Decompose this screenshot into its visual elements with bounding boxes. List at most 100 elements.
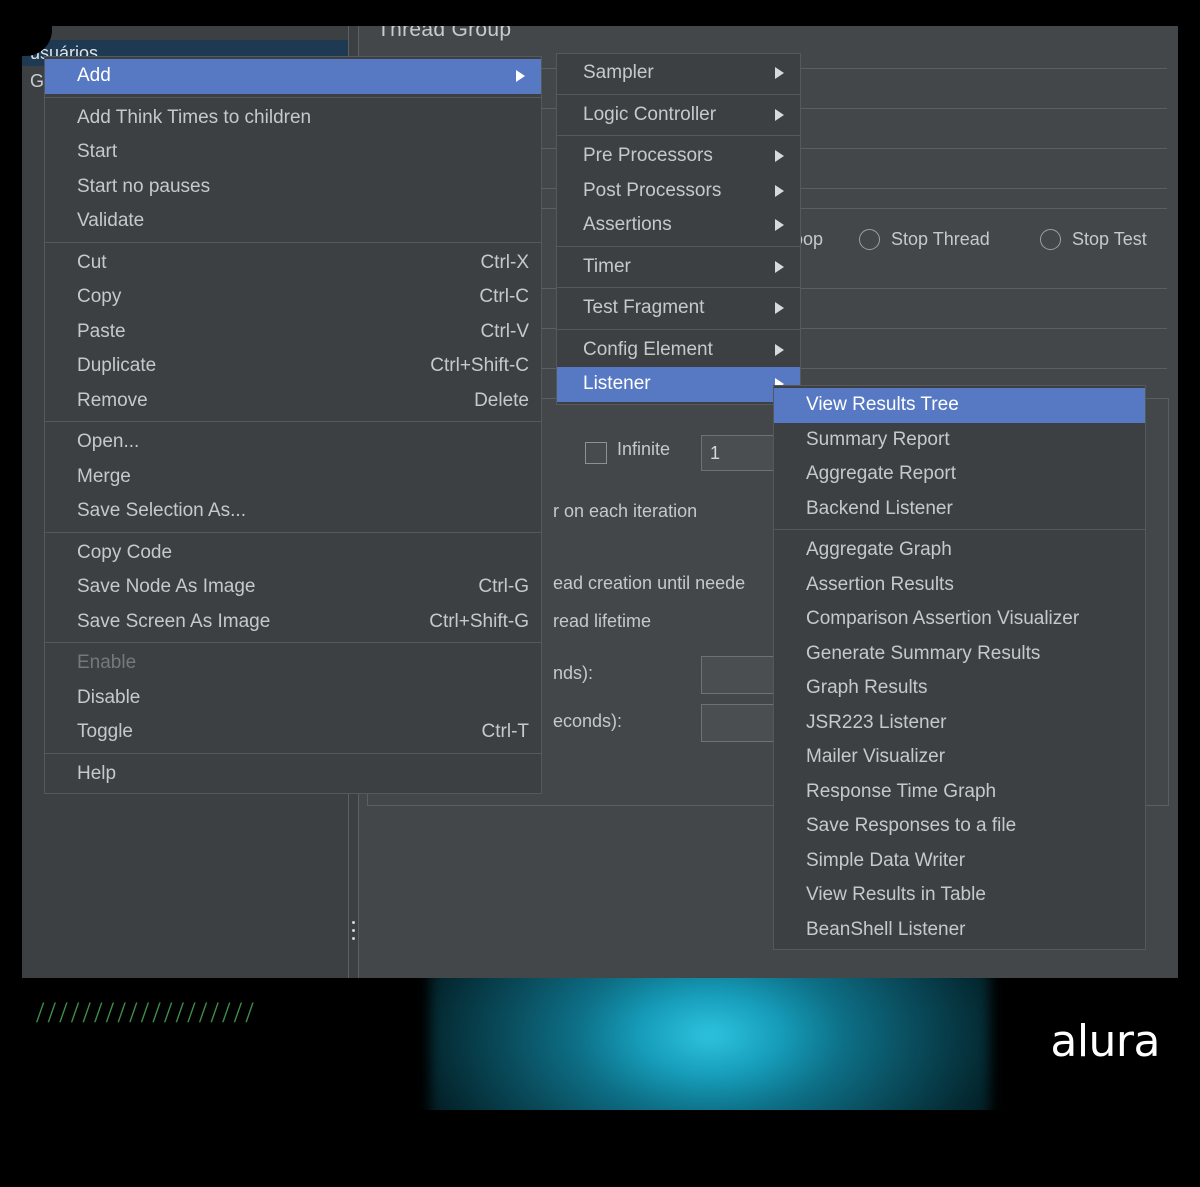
- menu-item-remove[interactable]: Remove Delete: [45, 384, 541, 419]
- menu-separator: [557, 93, 800, 95]
- menu-item-cut[interactable]: Cut Ctrl-X: [45, 246, 541, 281]
- menu-item-label: Save Node As Image: [77, 576, 256, 597]
- menu-separator: [45, 96, 541, 98]
- menu-item-assertion-results[interactable]: Assertion Results: [774, 568, 1145, 603]
- menu-item-label: Config Element: [583, 338, 713, 360]
- menu-separator: [45, 241, 541, 243]
- menu-item-label: Save Selection As...: [77, 500, 246, 521]
- menu-item-label: Duplicate: [77, 355, 157, 376]
- menu-item-label: View Results in Table: [806, 884, 986, 905]
- panel-title: Thread Group: [377, 26, 512, 41]
- menu-item-backend-listener[interactable]: Backend Listener: [774, 492, 1145, 527]
- menu-item-comparison-assertion-visualizer[interactable]: Comparison Assertion Visualizer: [774, 602, 1145, 637]
- node-context-menu[interactable]: Add Add Think Times to children Start Start…: [44, 56, 542, 794]
- menu-item-add[interactable]: Add: [45, 59, 541, 94]
- menu-item-mailer-visualizer[interactable]: Mailer Visualizer: [774, 740, 1145, 775]
- menu-item-duplicate[interactable]: Duplicate Ctrl+Shift-C: [45, 349, 541, 384]
- menu-item-label: Sampler: [583, 62, 654, 83]
- menu-item-label: Copy: [77, 286, 122, 307]
- menu-item-save-screen-as-image[interactable]: Save Screen As Image Ctrl+Shift-G: [45, 605, 541, 640]
- chevron-right-icon: [775, 219, 784, 232]
- menu-item-label: Save Responses to a file: [806, 815, 1017, 836]
- menu-item-label: Add: [77, 65, 111, 86]
- listener-submenu[interactable]: View Results Tree Summary Report Aggregate…: [773, 385, 1146, 950]
- menu-item-label: Test Fragment: [583, 297, 705, 318]
- menu-item-add-think-times-to-children[interactable]: Add Think Times to children: [45, 101, 541, 136]
- menu-item-merge[interactable]: Merge: [45, 460, 541, 495]
- menu-item-graph-results[interactable]: Graph Results: [774, 671, 1145, 706]
- menu-item-accelerator: Ctrl+Shift-C: [430, 355, 529, 376]
- radio-stop-test[interactable]: [1040, 229, 1061, 250]
- menu-item-start[interactable]: Start: [45, 135, 541, 170]
- menu-item-beanshell-listener[interactable]: BeanShell Listener: [774, 913, 1145, 948]
- menu-item-label: Enable: [77, 652, 137, 673]
- menu-item-disable[interactable]: Disable: [45, 681, 541, 716]
- menu-item-save-selection-as[interactable]: Save Selection As...: [45, 494, 541, 529]
- menu-item-config-element[interactable]: Config Element: [557, 333, 800, 368]
- menu-item-post-processors[interactable]: Post Processors: [557, 174, 800, 209]
- menu-item-response-time-graph[interactable]: Response Time Graph: [774, 775, 1145, 810]
- menu-item-label: Copy Code: [77, 541, 173, 563]
- menu-item-test-fragment[interactable]: Test Fragment: [557, 291, 800, 326]
- menu-item-label: Start: [77, 141, 118, 162]
- menu-item-copy[interactable]: Copy Ctrl-C: [45, 280, 541, 315]
- menu-item-jsr223-listener[interactable]: JSR223 Listener: [774, 706, 1145, 741]
- menu-item-paste[interactable]: Paste Ctrl-V: [45, 315, 541, 350]
- chevron-right-icon: [775, 302, 784, 315]
- menu-item-logic-controller[interactable]: Logic Controller: [557, 98, 800, 133]
- menu-item-pre-processors[interactable]: Pre Processors: [557, 139, 800, 174]
- menu-item-label: Pre Processors: [583, 145, 713, 166]
- menu-item-start-no-pauses[interactable]: Start no pauses: [45, 170, 541, 205]
- menu-item-label: Logic Controller: [583, 103, 717, 125]
- menu-separator: [557, 287, 800, 288]
- menu-item-enable: Enable: [45, 646, 541, 681]
- menu-separator: [45, 642, 541, 643]
- menu-item-validate[interactable]: Validate: [45, 204, 541, 239]
- menu-item-view-results-tree[interactable]: View Results Tree: [774, 388, 1145, 423]
- menu-item-listener[interactable]: Listener: [557, 367, 800, 402]
- menu-item-aggregate-graph[interactable]: Aggregate Graph: [774, 533, 1145, 568]
- menu-item-sampler[interactable]: Sampler: [557, 56, 800, 91]
- menu-item-label: Comparison Assertion Visualizer: [806, 608, 1080, 629]
- menu-item-view-results-in-table[interactable]: View Results in Table: [774, 878, 1145, 913]
- menu-item-copy-code[interactable]: Copy Code: [45, 536, 541, 571]
- menu-item-label: Post Processors: [583, 179, 722, 201]
- chevron-right-icon: [775, 108, 784, 121]
- menu-separator: [45, 752, 541, 754]
- menu-item-summary-report[interactable]: Summary Report: [774, 423, 1145, 458]
- menu-item-label: Paste: [77, 320, 126, 342]
- menu-item-accelerator: Ctrl-T: [481, 721, 529, 742]
- menu-item-accelerator: Ctrl+Shift-G: [429, 610, 529, 632]
- menu-item-help[interactable]: Help: [45, 757, 541, 792]
- menu-item-label: Remove: [77, 389, 148, 411]
- menu-item-label: Aggregate Report: [806, 463, 956, 484]
- menu-item-accelerator: Delete: [474, 389, 529, 411]
- menu-item-label: Assertion Results: [806, 573, 954, 595]
- menu-item-simple-data-writer[interactable]: Simple Data Writer: [774, 844, 1145, 879]
- menu-item-label: Timer: [583, 255, 631, 277]
- menu-item-timer[interactable]: Timer: [557, 250, 800, 285]
- menu-item-label: Response Time Graph: [806, 780, 997, 802]
- chevron-right-icon: [775, 260, 784, 273]
- menu-item-assertions[interactable]: Assertions: [557, 208, 800, 243]
- menu-separator: [45, 531, 541, 533]
- menu-item-label: View Results Tree: [806, 394, 959, 415]
- menu-item-label: Add Think Times to children: [77, 106, 312, 128]
- menu-item-toggle[interactable]: Toggle Ctrl-T: [45, 715, 541, 750]
- menu-item-accelerator: Ctrl-V: [480, 320, 529, 342]
- menu-item-save-responses-to-a-file[interactable]: Save Responses to a file: [774, 809, 1145, 844]
- menu-item-open[interactable]: Open...: [45, 425, 541, 460]
- menu-item-save-node-as-image[interactable]: Save Node As Image Ctrl-G: [45, 570, 541, 605]
- menu-item-label: Disable: [77, 686, 141, 708]
- slash-decoration: ///////////////////: [36, 996, 258, 1029]
- chevron-right-icon: [516, 70, 525, 83]
- menu-separator: [557, 328, 800, 330]
- menu-item-generate-summary-results[interactable]: Generate Summary Results: [774, 637, 1145, 672]
- jmeter-window: usuários GE Thread Group oop Stop Thread…: [22, 26, 1178, 978]
- splitter-grip-icon[interactable]: [352, 921, 355, 945]
- menu-item-accelerator: Ctrl-X: [480, 251, 529, 273]
- menu-item-label: Toggle: [77, 721, 133, 742]
- radio-stop-thread[interactable]: [859, 229, 880, 250]
- add-submenu[interactable]: Sampler Logic Controller Pre Processors Pos…: [556, 53, 801, 405]
- menu-item-aggregate-report[interactable]: Aggregate Report: [774, 457, 1145, 492]
